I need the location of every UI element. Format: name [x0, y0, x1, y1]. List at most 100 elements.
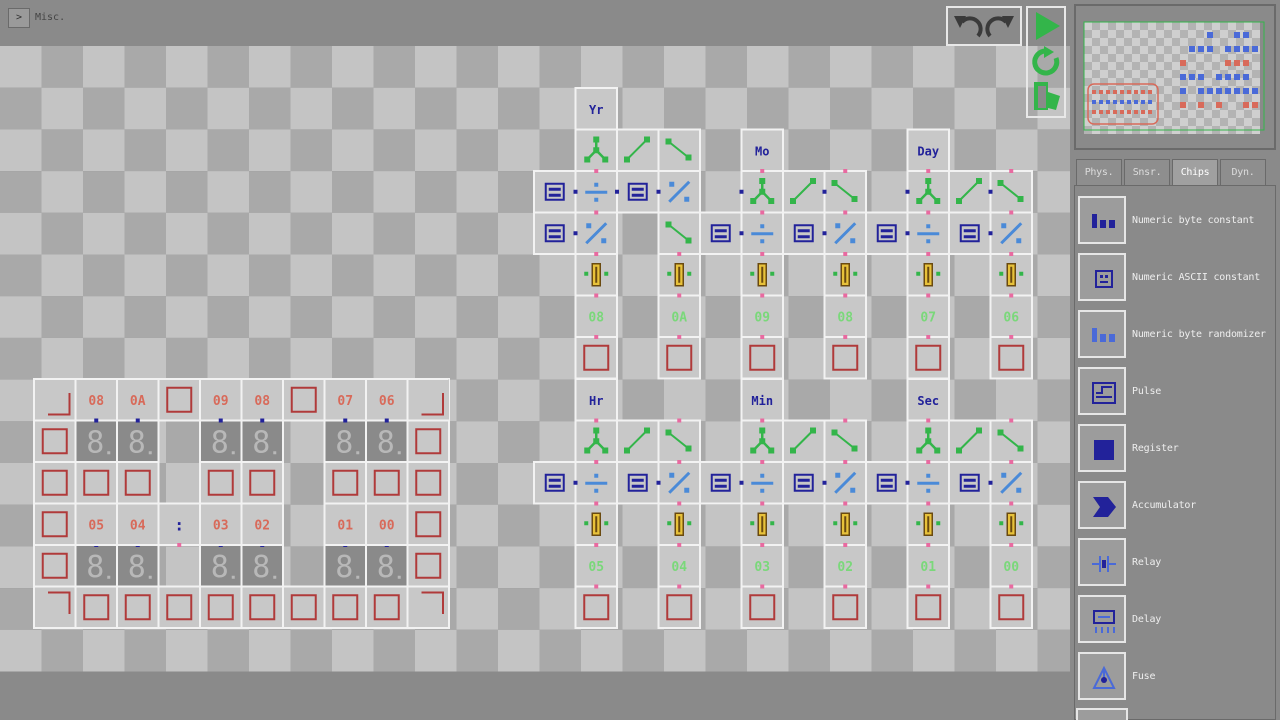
frame-tile[interactable]	[200, 587, 242, 629]
wireB-tile[interactable]	[825, 171, 867, 213]
frame-tile[interactable]	[325, 462, 367, 504]
frame-tile[interactable]	[408, 421, 450, 463]
redo-arrow-icon[interactable]	[987, 16, 1014, 36]
clock-value[interactable]: 01	[325, 504, 367, 546]
wireB-tile[interactable]	[825, 421, 867, 463]
output-frame[interactable]	[576, 337, 618, 379]
frame-tile[interactable]	[283, 587, 325, 629]
value-display[interactable]: 01	[908, 545, 950, 587]
seven-segment-digit[interactable]: 8	[242, 421, 284, 463]
seven-segment-digit[interactable]: 8	[76, 421, 118, 463]
latch-chip[interactable]	[576, 254, 618, 296]
component-accumulator[interactable]: Accumulator	[1076, 479, 1270, 531]
frame-tile[interactable]	[242, 587, 284, 629]
byte-constant-icon[interactable]	[1078, 196, 1126, 244]
const-tile[interactable]	[949, 462, 991, 504]
output-frame[interactable]	[908, 337, 950, 379]
divide-tile[interactable]	[742, 462, 784, 504]
frame-tile[interactable]	[283, 379, 325, 421]
value-display[interactable]: 00	[991, 545, 1033, 587]
frame-tile[interactable]	[200, 462, 242, 504]
accumulator-icon[interactable]	[1078, 481, 1126, 529]
misc-menu-button[interactable]: >	[8, 8, 30, 28]
seven-segment-digit[interactable]: 8	[200, 421, 242, 463]
mod-tile[interactable]	[825, 462, 867, 504]
latch-chip[interactable]	[908, 504, 950, 546]
mod-tile[interactable]	[576, 213, 618, 255]
wireA-tile[interactable]	[949, 171, 991, 213]
latch-chip[interactable]	[659, 504, 701, 546]
latch-chip[interactable]	[742, 504, 784, 546]
const-tile[interactable]	[700, 462, 742, 504]
const-tile[interactable]	[534, 462, 576, 504]
tab-dyn[interactable]: Dyn.	[1220, 159, 1266, 185]
seven-segment-digit[interactable]: 8	[366, 421, 408, 463]
wireA-tile[interactable]	[617, 421, 659, 463]
const-tile[interactable]	[617, 171, 659, 213]
divide-tile[interactable]	[576, 171, 618, 213]
output-frame[interactable]	[991, 587, 1033, 629]
clock-value[interactable]: 02	[242, 504, 284, 546]
split-tile[interactable]	[742, 421, 784, 463]
component-pulse[interactable]: Pulse	[1076, 365, 1270, 417]
relay-icon[interactable]	[1078, 538, 1126, 586]
clock-separator[interactable]: :	[159, 504, 201, 546]
panel-scroll-next[interactable]	[1076, 708, 1128, 720]
const-tile[interactable]	[534, 213, 576, 255]
unit-label-minute[interactable]: Min	[742, 379, 784, 421]
minimap[interactable]	[1074, 4, 1276, 150]
frame-tile[interactable]	[34, 462, 76, 504]
clock-value[interactable]: 05	[76, 504, 118, 546]
unit-label-hour[interactable]: Hr	[576, 379, 618, 421]
clock-corner[interactable]	[408, 379, 450, 421]
clock-value[interactable]: 08	[242, 379, 284, 421]
delay-icon[interactable]	[1078, 595, 1126, 643]
pulse-icon[interactable]	[1078, 367, 1126, 415]
divide-tile[interactable]	[576, 462, 618, 504]
latch-chip[interactable]	[991, 504, 1033, 546]
latch-chip[interactable]	[742, 254, 784, 296]
const-tile[interactable]	[700, 213, 742, 255]
output-frame[interactable]	[576, 587, 618, 629]
component-relay[interactable]: Relay	[1076, 536, 1270, 588]
wireB-tile[interactable]	[659, 213, 701, 255]
reset-circle-icon[interactable]	[1035, 46, 1057, 73]
value-display[interactable]: 06	[991, 296, 1033, 338]
latch-chip[interactable]	[659, 254, 701, 296]
unit-label-year[interactable]: Yr	[576, 88, 618, 130]
output-frame[interactable]	[908, 587, 950, 629]
clock-corner[interactable]	[34, 587, 76, 629]
frame-tile[interactable]	[34, 421, 76, 463]
frame-tile[interactable]	[366, 462, 408, 504]
register-icon[interactable]	[1078, 424, 1126, 472]
wireA-tile[interactable]	[783, 421, 825, 463]
seven-segment-digit[interactable]: 8	[76, 545, 118, 587]
frame-tile[interactable]	[76, 587, 118, 629]
seven-segment-digit[interactable]: 8	[325, 545, 367, 587]
tab-chips[interactable]: Chips	[1172, 159, 1218, 185]
split-tile[interactable]	[908, 421, 950, 463]
mod-tile[interactable]	[659, 171, 701, 213]
wireA-tile[interactable]	[949, 421, 991, 463]
clock-value[interactable]: 07	[325, 379, 367, 421]
mod-tile[interactable]	[825, 213, 867, 255]
frame-tile[interactable]	[366, 587, 408, 629]
component-numeric-ascii-constant[interactable]: Numeric ASCII constant	[1076, 251, 1270, 303]
tab-phys[interactable]: Phys.	[1076, 159, 1122, 185]
value-display[interactable]: 05	[576, 545, 618, 587]
ascii-constant-icon[interactable]	[1078, 253, 1126, 301]
mod-tile[interactable]	[659, 462, 701, 504]
mod-tile[interactable]	[991, 462, 1033, 504]
value-display[interactable]: 08	[825, 296, 867, 338]
clock-value[interactable]: 0A	[117, 379, 159, 421]
clock-value[interactable]: 09	[200, 379, 242, 421]
output-frame[interactable]	[825, 587, 867, 629]
value-display[interactable]: 0A	[659, 296, 701, 338]
divide-tile[interactable]	[908, 213, 950, 255]
split-tile[interactable]	[742, 171, 784, 213]
split-tile[interactable]	[576, 130, 618, 172]
unit-label-month[interactable]: Mo	[742, 130, 784, 172]
latch-chip[interactable]	[825, 504, 867, 546]
const-tile[interactable]	[949, 213, 991, 255]
latch-chip[interactable]	[825, 254, 867, 296]
